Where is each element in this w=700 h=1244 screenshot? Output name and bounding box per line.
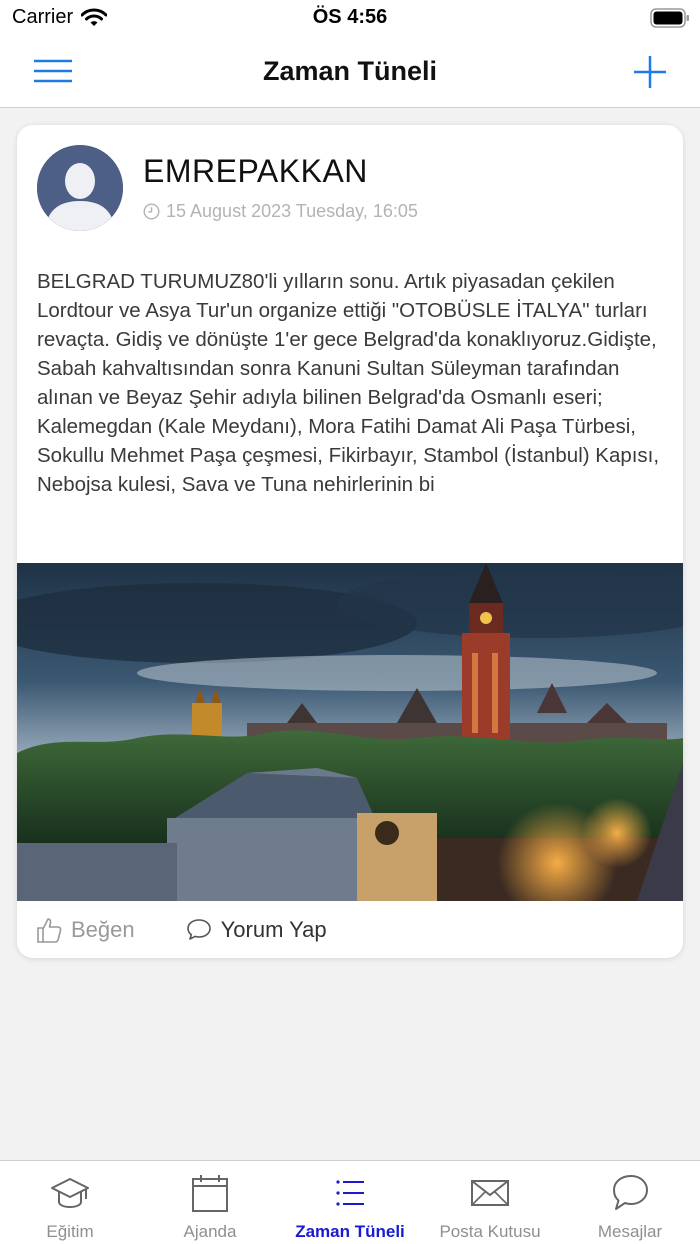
timeline-post: EMREPAKKAN 15 August 2023 Tuesday, 16:05… [17,125,683,958]
bottom-tab-bar: Eğitim Ajanda Zaman Tüneli Posta Kutusu [0,1160,700,1244]
navigation-bar: Zaman Tüneli [0,36,700,108]
page-title: Zaman Tüneli [262,56,438,86]
comment-label: Yorum Yap [220,916,327,942]
plus-icon [634,56,666,88]
tab-mesajlar[interactable]: Mesajlar [560,1161,700,1244]
post-author[interactable]: EMREPAKKAN [143,153,368,190]
list-icon [336,1180,364,1206]
clock-icon [143,203,160,220]
tab-label: Zaman Tüneli [295,1222,405,1241]
like-label: Beğen [71,916,135,942]
status-time: ÖS 4:56 [312,6,388,28]
tab-posta-kutusu[interactable]: Posta Kutusu [420,1161,560,1244]
comment-bubble-icon [186,918,211,940]
tab-label: Eğitim [46,1222,94,1241]
calendar-icon [192,1175,228,1212]
post-body-text: BELGRAD TURUMUZ80'li yılların sonu. Artı… [37,270,660,496]
city-skyline-photo [17,563,683,901]
battery-icon [650,8,689,28]
tab-label: Mesajlar [597,1222,663,1241]
comment-button[interactable]: Yorum Yap [185,916,327,944]
like-button[interactable]: Beğen [35,916,135,944]
tab-egitim[interactable]: Eğitim [0,1161,140,1244]
post-photo-belgrade[interactable] [17,563,683,901]
thumbs-up-icon [37,917,62,943]
post-actions: Beğen Yorum Yap [17,901,683,958]
graduation-cap-icon [51,1178,89,1209]
post-timestamp: 15 August 2023 Tuesday, 16:05 [143,201,418,222]
post-date-text: 15 August 2023 Tuesday, 16:05 [166,201,418,221]
avatar[interactable] [37,145,123,231]
envelope-icon [471,1180,509,1206]
tab-ajanda[interactable]: Ajanda [140,1161,280,1244]
tab-label: Ajanda [183,1222,237,1241]
tab-zaman-tuneli[interactable]: Zaman Tüneli [280,1161,420,1244]
chat-bubble-icon [613,1175,648,1210]
tab-label: Posta Kutusu [439,1222,541,1241]
user-placeholder-icon [37,145,123,231]
status-bar: Carrier ÖS 4:56 [0,0,700,36]
add-post-button[interactable] [630,52,670,92]
